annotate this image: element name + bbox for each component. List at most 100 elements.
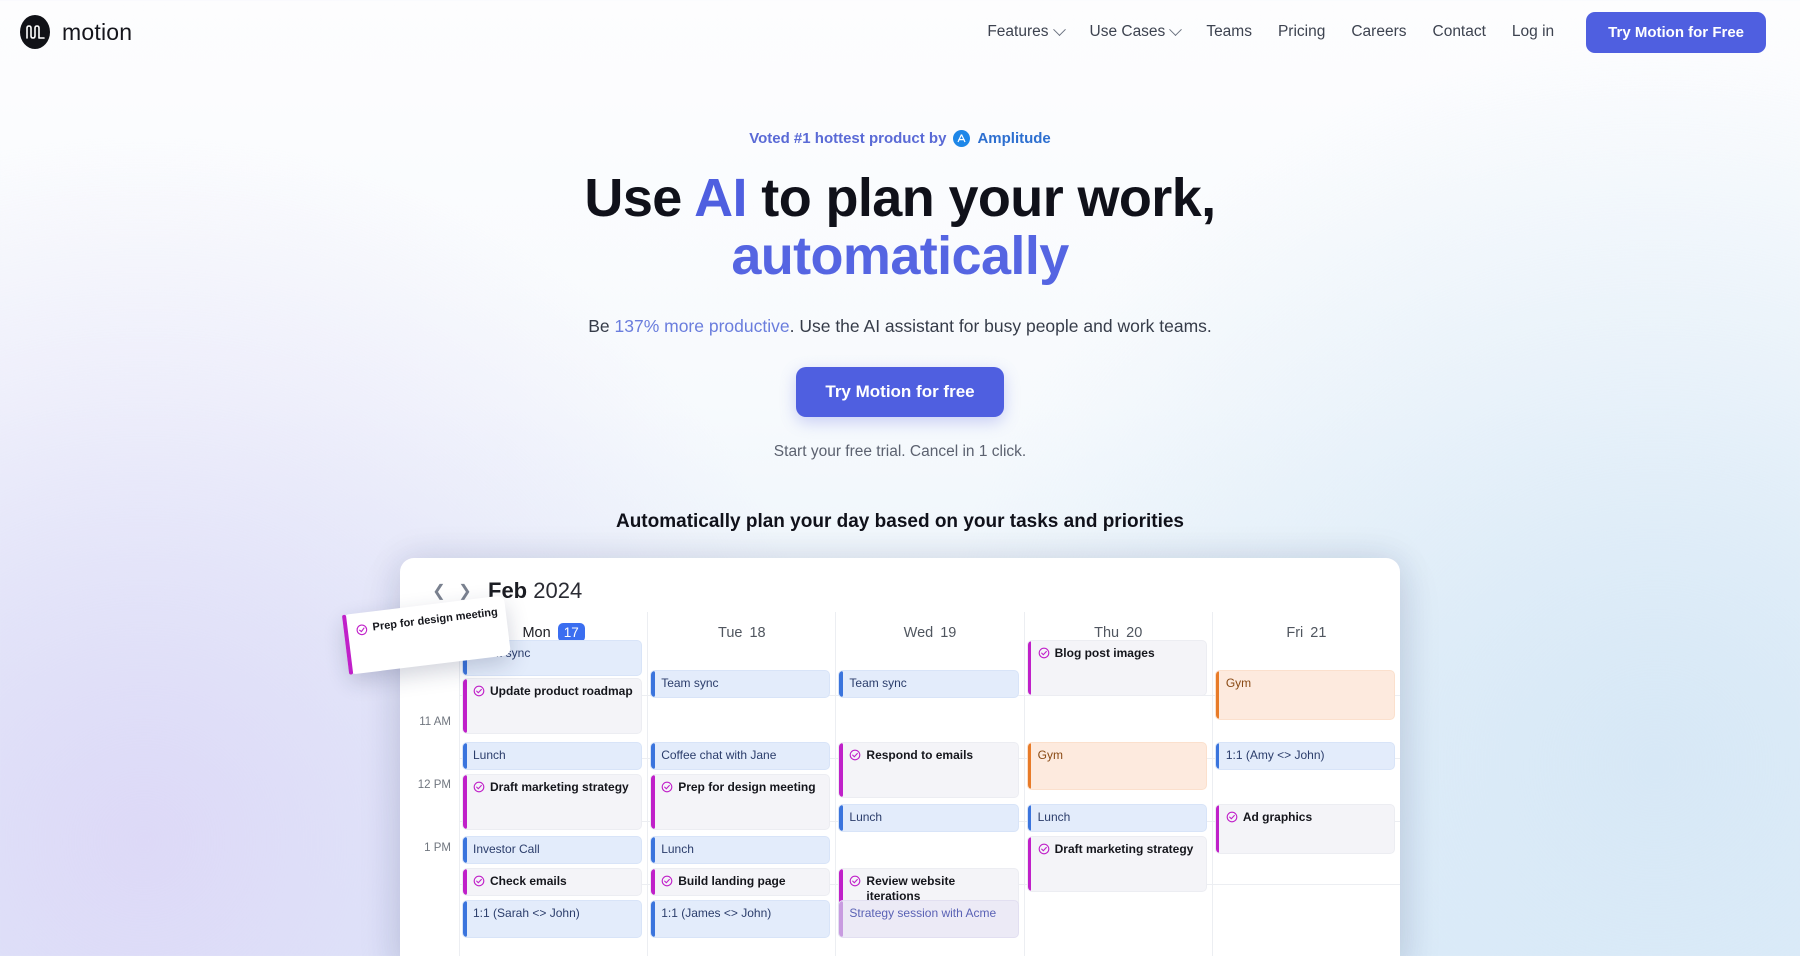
event-label: Coffee chat with Jane bbox=[661, 747, 777, 762]
day-name: Wed bbox=[903, 624, 934, 641]
nav-item-label: Use Cases bbox=[1089, 23, 1166, 40]
event-color-bar bbox=[1027, 640, 1032, 695]
task-check-icon bbox=[850, 749, 861, 760]
task-check-icon bbox=[473, 781, 485, 792]
calendar-event[interactable]: Lunch bbox=[838, 803, 1019, 832]
day-column-mon[interactable]: Mon17Team syncUpdate product roadmapLunc… bbox=[459, 611, 648, 956]
day-name: Thu bbox=[1094, 624, 1120, 641]
calendar-header: ❮ ❯ Feb 2024 bbox=[400, 558, 1400, 612]
calendar-event[interactable]: Ad graphics bbox=[1214, 803, 1396, 854]
event-color-bar bbox=[1027, 804, 1032, 831]
event-label: Blog post images bbox=[1054, 645, 1155, 660]
event-label: Team sync bbox=[661, 675, 719, 690]
calendar-preview: ❮ ❯ Feb 2024 EST 11 AM 12 PM 1 PM Mon17T… bbox=[400, 557, 1400, 956]
event-label: Update product roadmap bbox=[490, 683, 633, 698]
calendar-event[interactable]: Blog post images bbox=[1026, 639, 1207, 696]
calendar-event[interactable]: Build landing page bbox=[650, 867, 831, 896]
nav-item-pricing[interactable]: Pricing bbox=[1278, 23, 1325, 41]
hour-label: 12 PM bbox=[417, 778, 451, 791]
day-column-body[interactable]: Team sync Coffee chat with Jane Prep for d… bbox=[648, 654, 836, 956]
calendar-event[interactable]: 1:1 (Sarah <> John) bbox=[462, 899, 643, 938]
trial-note: Start your free trial. Cancel in 1 click… bbox=[773, 442, 1027, 460]
dragged-task-label: Prep for design meeting bbox=[371, 606, 499, 634]
headline-part-2: to plan your work, bbox=[746, 168, 1216, 228]
nav-item-use-cases[interactable]: Use Cases bbox=[1089, 22, 1183, 41]
calendar-event[interactable]: 1:1 (James <> John) bbox=[650, 899, 831, 938]
calendar-event[interactable]: Check emails bbox=[462, 867, 643, 896]
event-label: Lunch bbox=[1037, 809, 1071, 824]
event-color-bar bbox=[1215, 670, 1220, 719]
day-column-tue[interactable]: Tue 18 Team sync Coffee chat with Jane Prep … bbox=[647, 611, 836, 956]
day-name: Fri bbox=[1286, 624, 1304, 641]
motion-logo-icon bbox=[20, 15, 50, 49]
event-color-bar bbox=[839, 670, 843, 697]
event-color-bar bbox=[1027, 836, 1032, 891]
day-header: Fri 21 bbox=[1213, 612, 1400, 654]
calendar-event[interactable]: Prep for design meeting bbox=[650, 773, 831, 830]
calendar-event[interactable]: Investor Call bbox=[462, 835, 643, 864]
day-column-thu[interactable]: Thu 20 Blog post images Gym Lunch Draft marke… bbox=[1023, 611, 1212, 956]
event-color-bar bbox=[463, 900, 467, 937]
calendar-event[interactable]: Lunch bbox=[1026, 803, 1207, 832]
calendar-event[interactable]: Coffee chat with Jane bbox=[650, 741, 831, 770]
day-number: 19 bbox=[940, 624, 957, 641]
chevron-left-icon[interactable]: ❮ bbox=[428, 578, 450, 604]
task-color-bar bbox=[341, 614, 354, 675]
event-label: Gym bbox=[1037, 747, 1063, 762]
event-label: Lunch bbox=[849, 809, 883, 824]
day-column-body[interactable]: Team sync Respond to emails Lunch Review we… bbox=[836, 654, 1024, 956]
calendar-event[interactable]: Team sync bbox=[650, 669, 831, 698]
award-badge-text: Voted #1 hottest product by bbox=[749, 130, 947, 147]
event-label: Check emails bbox=[490, 873, 567, 888]
day-number: 20 bbox=[1126, 624, 1143, 641]
task-check-icon bbox=[661, 875, 673, 886]
day-number: 18 bbox=[749, 624, 766, 641]
chevron-down-icon bbox=[1052, 22, 1066, 36]
calendar-year: 2024 bbox=[533, 577, 583, 603]
calendar-event[interactable]: Draft marketing strategy bbox=[1026, 835, 1207, 892]
calendar-event[interactable]: Lunch bbox=[650, 835, 831, 864]
calendar-event[interactable]: Strategy session with Acme bbox=[838, 899, 1019, 938]
event-label: Gym bbox=[1225, 675, 1252, 690]
event-label: Investor Call bbox=[473, 841, 540, 856]
task-check-icon bbox=[356, 624, 368, 636]
event-color-bar bbox=[651, 900, 655, 937]
page-title: Use AI to plan your work, automatically bbox=[0, 168, 1800, 286]
amplitude-brand-name: Amplitude bbox=[977, 130, 1051, 147]
nav-item-careers[interactable]: Careers bbox=[1351, 23, 1406, 41]
day-column-body[interactable]: Gym 1:1 (Amy <> John) Ad graphics bbox=[1212, 654, 1400, 956]
section-heading: Automatically plan your day based on you… bbox=[615, 510, 1185, 532]
nav-links: Features Use Cases Teams Pricing Careers… bbox=[987, 11, 1766, 53]
calendar-event[interactable]: Gym bbox=[1214, 669, 1396, 720]
nav-item-contact[interactable]: Contact bbox=[1433, 23, 1486, 41]
hero-try-free-button[interactable]: Try Motion for free bbox=[796, 366, 1004, 417]
task-check-icon bbox=[661, 781, 673, 792]
nav-try-free-button[interactable]: Try Motion for Free bbox=[1586, 11, 1766, 53]
calendar-event[interactable]: Lunch bbox=[462, 741, 643, 770]
event-label: Draft marketing strategy bbox=[490, 779, 629, 794]
day-header: Tue 18 bbox=[648, 612, 835, 654]
day-number: 21 bbox=[1310, 624, 1327, 641]
amplitude-logo-icon bbox=[953, 130, 971, 147]
day-column-body[interactable]: Team syncUpdate product roadmapLunchDraf… bbox=[460, 639, 648, 956]
calendar-event[interactable]: Update product roadmap bbox=[462, 677, 643, 734]
calendar-event[interactable]: Team sync bbox=[838, 669, 1019, 698]
event-label: Build landing page bbox=[678, 873, 786, 888]
nav-item-features[interactable]: Features bbox=[987, 22, 1066, 41]
day-column-wed[interactable]: Wed 19 Team sync Respond to emails Lunch Revi… bbox=[835, 611, 1024, 956]
task-check-icon bbox=[850, 875, 861, 886]
event-label: Draft marketing strategy bbox=[1054, 841, 1194, 856]
nav-item-login[interactable]: Log in bbox=[1512, 23, 1554, 41]
day-column-body[interactable]: Blog post images Gym Lunch Draft marketing … bbox=[1024, 639, 1212, 956]
calendar-event[interactable]: 1:1 (Amy <> John) bbox=[1214, 741, 1396, 770]
nav-item-teams[interactable]: Teams bbox=[1206, 23, 1252, 41]
calendar-grid: EST 11 AM 12 PM 1 PM Mon17Team syncUpdat… bbox=[400, 611, 1400, 956]
calendar-event[interactable]: Gym bbox=[1026, 741, 1207, 790]
calendar-event[interactable]: Respond to emails bbox=[838, 741, 1019, 798]
hero-subtitle: Be 137% more productive. Use the AI assi… bbox=[0, 316, 1800, 337]
event-color-bar bbox=[651, 868, 655, 895]
day-column-fri[interactable]: Fri 21 Gym 1:1 (Amy <> John) Ad graphics bbox=[1211, 611, 1400, 956]
calendar-event[interactable]: Draft marketing strategy bbox=[462, 773, 643, 830]
brand-logo[interactable]: motion bbox=[20, 15, 132, 49]
event-color-bar bbox=[463, 678, 467, 733]
